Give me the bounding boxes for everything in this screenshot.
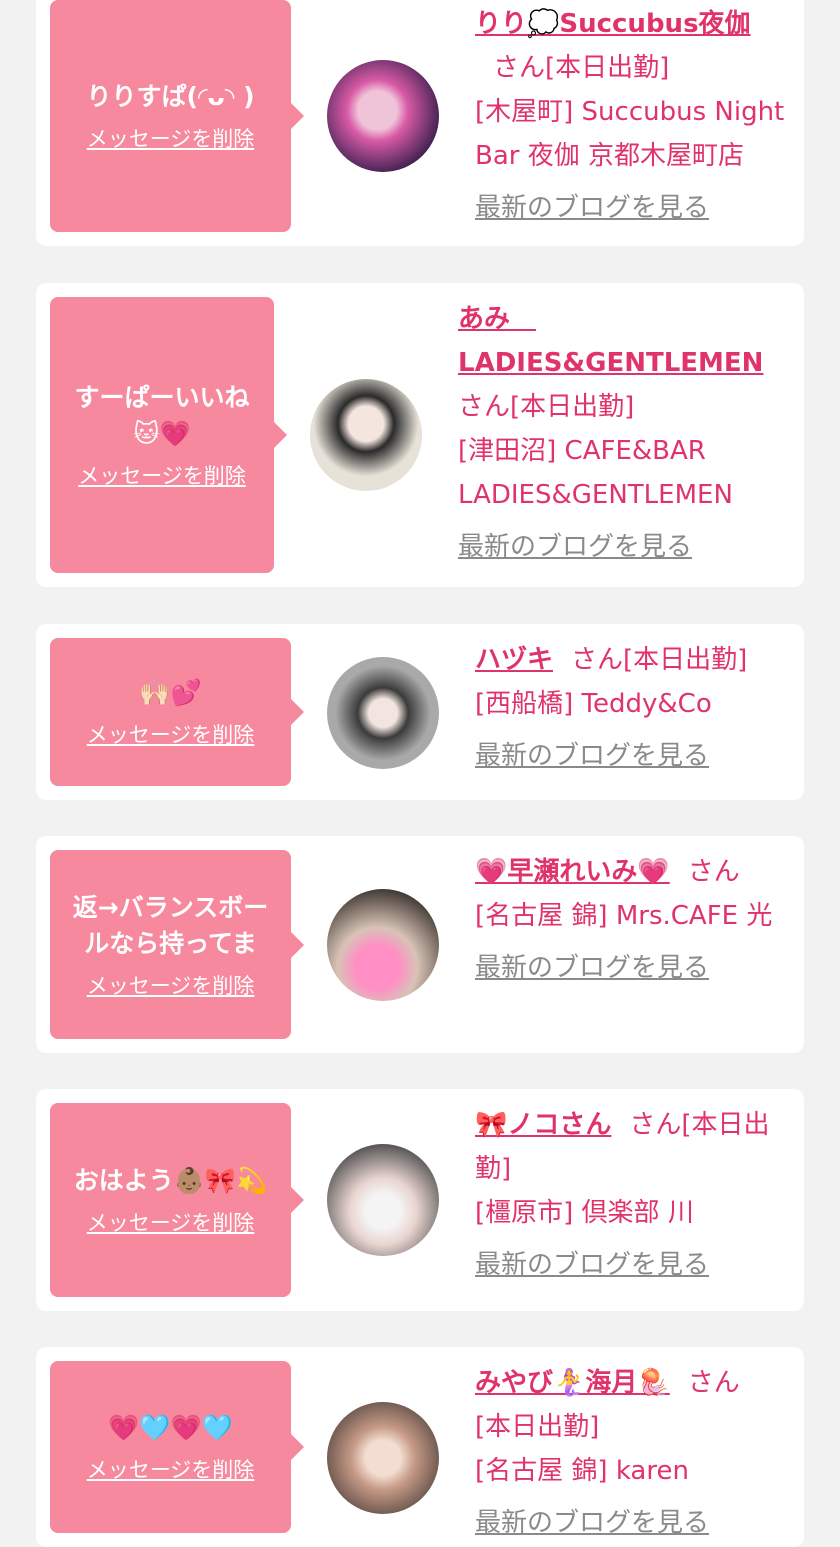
profile-info: 🎀ノコさん さん[本日出勤] [橿原市] 倶楽部 川 最新のブログを見る <box>475 1103 790 1287</box>
avatar[interactable] <box>327 889 439 1001</box>
favorite-card: 💗🩵💗🩵 メッセージを削除 みやび🧜‍♀️海月🪼 さん [本日出勤] [名古屋 錦… <box>36 1347 804 1547</box>
message-text: おはよう👶🏽🎀💫 <box>73 1166 268 1195</box>
blog-link[interactable]: 最新のブログを見る <box>458 525 692 569</box>
honorific: さん <box>687 857 740 887</box>
message-text: すーぱーいいね🐱💗 <box>74 383 250 448</box>
shop-info: [名古屋 錦] Mrs.CAFE 光 <box>475 901 773 931</box>
message-bubble: 💗🩵💗🩵 メッセージを削除 <box>50 1361 304 1533</box>
message-bubble: すーぱーいいね🐱💗 メッセージを削除 <box>50 297 287 573</box>
avatar[interactable] <box>327 1402 439 1514</box>
shop-info: [木屋町] Succubus Night Bar 夜伽 京都木屋町店 <box>475 97 785 171</box>
favorite-card: 返→バランスボールなら持ってま メッセージを削除 💗早瀬れいみ💗 さん [名古屋 … <box>36 836 804 1053</box>
message-bubble: りりすぱ(◜ᴗ◝ ) メッセージを削除 <box>50 0 304 232</box>
message-bubble: 返→バランスボールなら持ってま メッセージを削除 <box>50 850 304 1039</box>
profile-info: あみ LADIES&GENTLEMEN さん[本日出勤] [津田沼] CAFE&… <box>458 297 790 569</box>
profile-info: 💗早瀬れいみ💗 さん [名古屋 錦] Mrs.CAFE 光 最新のブログを見る <box>475 850 790 990</box>
blog-link[interactable]: 最新のブログを見る <box>475 734 709 778</box>
delete-message-link[interactable]: メッセージを削除 <box>87 123 255 153</box>
message-text: 🙌🏻💕 <box>139 678 202 707</box>
blog-link[interactable]: 最新のブログを見る <box>475 186 709 230</box>
delete-message-link[interactable]: メッセージを削除 <box>87 1207 255 1237</box>
cast-name-link[interactable]: あみ LADIES&GENTLEMEN <box>458 297 790 385</box>
delete-message-link[interactable]: メッセージを削除 <box>78 460 246 490</box>
honorific: さん <box>571 645 624 675</box>
honorific: さん <box>458 392 511 422</box>
cast-name-link[interactable]: 💗早瀬れいみ💗 <box>475 857 670 887</box>
profile-info: りり💭Succubus夜伽さん[本日出勤] [木屋町] Succubus Nig… <box>475 2 790 230</box>
message-text: 返→バランスボールなら持ってま <box>72 892 269 958</box>
blog-link[interactable]: 最新のブログを見る <box>475 1501 709 1545</box>
attendance-status: [本日出勤] <box>545 53 670 83</box>
message-bubble: 🙌🏻💕 メッセージを削除 <box>50 638 304 786</box>
shop-info: [橿原市] 倶楽部 川 <box>475 1198 694 1228</box>
avatar[interactable] <box>327 1144 439 1256</box>
honorific: さん <box>629 1110 682 1140</box>
honorific: さん <box>493 53 546 83</box>
favorite-card: すーぱーいいね🐱💗 メッセージを削除 あみ LADIES&GENTLEMEN さ… <box>36 283 804 587</box>
cast-name-link[interactable]: りり💭Succubus夜伽 <box>475 9 751 39</box>
delete-message-link[interactable]: メッセージを削除 <box>87 719 255 749</box>
favorite-card: りりすぱ(◜ᴗ◝ ) メッセージを削除 りり💭Succubus夜伽さん[本日出勤… <box>36 0 804 246</box>
delete-message-link[interactable]: メッセージを削除 <box>87 1454 255 1484</box>
cast-name-link[interactable]: みやび🧜‍♀️海月🪼 <box>475 1368 670 1398</box>
message-text: りりすぱ(◜ᴗ◝ ) <box>86 82 255 111</box>
delete-message-link[interactable]: メッセージを削除 <box>87 970 255 1000</box>
shop-info: [西船橋] Teddy&Co <box>475 689 712 719</box>
attendance-status: [本日出勤] <box>510 392 635 422</box>
attendance-status: [本日出勤] <box>475 1412 600 1442</box>
shop-info: [名古屋 錦] karen <box>475 1456 689 1486</box>
avatar[interactable] <box>327 657 439 769</box>
honorific: さん <box>687 1368 740 1398</box>
profile-info: ハヅキ さん[本日出勤] [西船橋] Teddy&Co 最新のブログを見る <box>475 638 790 778</box>
attendance-status: [本日出勤] <box>623 645 748 675</box>
profile-info: みやび🧜‍♀️海月🪼 さん [本日出勤] [名古屋 錦] karen 最新のブログ… <box>475 1361 790 1545</box>
cast-name-link[interactable]: ハヅキ <box>475 645 553 675</box>
shop-info: [津田沼] CAFE&BAR LADIES&GENTLEMEN <box>458 436 733 510</box>
cast-name-link[interactable]: 🎀ノコさん <box>475 1110 611 1140</box>
blog-link[interactable]: 最新のブログを見る <box>475 946 709 990</box>
message-text: 💗🩵💗🩵 <box>108 1413 233 1442</box>
favorite-card: おはよう👶🏽🎀💫 メッセージを削除 🎀ノコさん さん[本日出勤] [橿原市] 倶楽… <box>36 1089 804 1311</box>
avatar[interactable] <box>310 379 422 491</box>
favorite-card: 🙌🏻💕 メッセージを削除 ハヅキ さん[本日出勤] [西船橋] Teddy&Co … <box>36 624 804 800</box>
blog-link[interactable]: 最新のブログを見る <box>475 1243 709 1287</box>
message-bubble: おはよう👶🏽🎀💫 メッセージを削除 <box>50 1103 304 1297</box>
avatar[interactable] <box>327 60 439 172</box>
